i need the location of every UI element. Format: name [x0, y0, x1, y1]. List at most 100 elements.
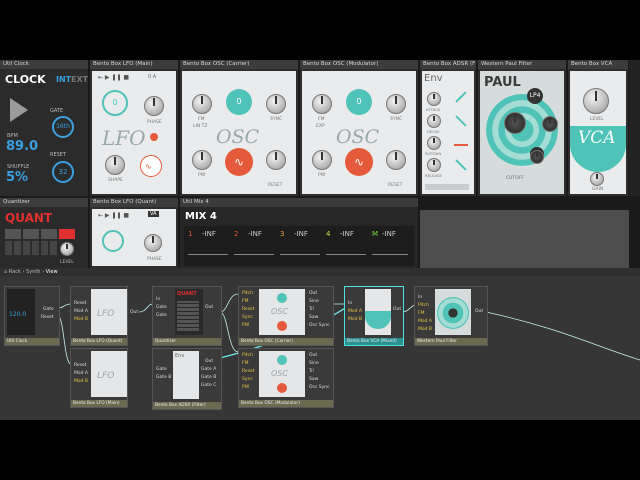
channel-3[interactable]: 3 -INF	[280, 230, 324, 264]
pitch-dial[interactable]: 0	[226, 89, 252, 115]
port-in[interactable]: In	[348, 301, 352, 306]
patch-node-paul-filter[interactable]: In Pitch FM Mod A Mod B Out Western Paul…	[414, 286, 488, 346]
port-tri[interactable]: Tri	[309, 307, 314, 312]
pitch-dial[interactable]: 0	[346, 89, 372, 115]
patch-node-lfo-main[interactable]: Reset Mod A Mod B LFO Bento Box LFO (Mai…	[70, 348, 128, 408]
port-gate-a[interactable]: Gate A	[201, 367, 216, 372]
port-sine[interactable]: Sine	[309, 299, 319, 304]
mode-badge[interactable]: VA	[148, 211, 159, 217]
pw-knob[interactable]	[312, 150, 332, 170]
port-mod-a[interactable]: Mod A	[348, 309, 362, 314]
port-out[interactable]: Out	[205, 359, 213, 364]
port-sine[interactable]: Sine	[309, 361, 319, 366]
phase-knob[interactable]	[144, 96, 164, 116]
port-gate[interactable]: Gate	[156, 367, 167, 372]
port-pitch[interactable]: Pitch	[418, 303, 429, 308]
bpm-value[interactable]: 89.0	[6, 139, 38, 154]
scale-grid-active[interactable]	[59, 229, 75, 239]
mode-badge[interactable]: 0 A	[148, 74, 156, 80]
play-icon[interactable]	[10, 98, 28, 122]
phase-knob[interactable]	[144, 234, 162, 252]
port-osc-sync[interactable]: Osc Sync	[309, 385, 330, 390]
shuffle-value[interactable]: 5%	[6, 170, 28, 185]
rate-dial[interactable]	[102, 230, 124, 252]
port-pw[interactable]: PW	[242, 323, 249, 328]
port-gate-b[interactable]: Gate B	[156, 375, 171, 380]
port-gate-b-out[interactable]: Gate B	[201, 375, 216, 380]
patch-node-util-clock[interactable]: 120.0 Gate Reset Util Clock	[4, 286, 60, 346]
rate-dial[interactable]: 0	[102, 90, 128, 116]
port-out[interactable]: Out	[130, 310, 138, 315]
port-out[interactable]: Out	[309, 291, 317, 296]
port-reset[interactable]: Reset	[242, 369, 255, 374]
port-out[interactable]: Out	[393, 307, 401, 312]
reset-knob[interactable]: 32	[52, 161, 74, 183]
port-mod-b[interactable]: Mod B	[74, 379, 88, 384]
pan-slider[interactable]	[280, 254, 320, 255]
port-reset[interactable]: Reset	[74, 301, 87, 306]
keys-grid[interactable]	[5, 241, 57, 255]
port-mod-a[interactable]: Mod A	[74, 309, 88, 314]
rack-scrollbar[interactable]	[629, 60, 640, 196]
patch-node-lfo-quant[interactable]: Reset Mod A Mod B LFO Bento Box LFO (Qua…	[70, 286, 128, 346]
patch-node-quantizer[interactable]: In Gate Gate QUANT Out Quantizer	[152, 286, 222, 346]
port-gate-2[interactable]: Gate	[156, 313, 167, 318]
channel-4[interactable]: 4 -INF	[326, 230, 370, 264]
port-osc-sync[interactable]: Osc Sync	[309, 323, 330, 328]
patch-node-osc-modulator[interactable]: Pitch FM Reset Sync PW OSC Out Sine Tri …	[238, 348, 334, 408]
port-out[interactable]: Out	[205, 305, 213, 310]
sustain-knob[interactable]	[427, 136, 441, 150]
pan-slider[interactable]	[234, 254, 274, 255]
gain-knob[interactable]	[590, 172, 604, 186]
reset-knob[interactable]	[386, 150, 406, 170]
shape-knob[interactable]	[105, 155, 125, 175]
clock-mode-ext[interactable]: EXT	[71, 75, 88, 84]
waveform-button[interactable]: ∿	[345, 148, 373, 176]
port-fm[interactable]: FM	[242, 361, 248, 366]
transport-icons[interactable]: ⇤ ▶ ❚❚ ■	[98, 212, 129, 219]
transport-icons[interactable]: ⇤ ▶ ❚❚ ■	[98, 74, 129, 81]
env-knob[interactable]	[530, 150, 544, 164]
port-sync[interactable]: Sync	[242, 315, 253, 320]
port-pitch[interactable]: Pitch	[242, 353, 253, 358]
port-gate[interactable]: Gate	[156, 305, 167, 310]
port-reset[interactable]: Reset	[242, 307, 255, 312]
gate-knob[interactable]: 16th	[52, 116, 74, 138]
port-reset[interactable]: Reset	[41, 315, 54, 320]
res-knob[interactable]	[542, 116, 558, 132]
port-saw[interactable]: Saw	[309, 377, 318, 382]
port-mod-b[interactable]: Mod B	[74, 317, 88, 322]
port-reset[interactable]: Reset	[74, 363, 87, 368]
pw-knob[interactable]	[192, 150, 212, 170]
port-out[interactable]: Out	[309, 353, 317, 358]
port-sync[interactable]: Sync	[242, 377, 253, 382]
sync-knob[interactable]	[386, 94, 406, 114]
port-fm[interactable]: FM	[242, 299, 248, 304]
channel-master[interactable]: M -INF	[372, 230, 416, 264]
pan-slider[interactable]	[188, 254, 228, 255]
port-out[interactable]: Out	[475, 309, 483, 314]
waveform-button[interactable]: ∿	[225, 148, 253, 176]
port-mod-a[interactable]: Mod A	[74, 371, 88, 376]
port-pw[interactable]: PW	[242, 385, 249, 390]
port-gate[interactable]: Gate	[43, 307, 54, 312]
decay-knob[interactable]	[427, 114, 441, 128]
port-mod-a[interactable]: Mod A	[418, 319, 432, 324]
level-knob[interactable]	[583, 88, 609, 114]
level-knob[interactable]	[60, 242, 74, 256]
port-in[interactable]: In	[156, 297, 160, 302]
channel-2[interactable]: 2 -INF	[234, 230, 278, 264]
port-mod-b[interactable]: Mod B	[348, 317, 362, 322]
release-knob[interactable]	[427, 158, 441, 172]
port-in[interactable]: In	[418, 295, 422, 300]
reset-knob[interactable]	[266, 150, 286, 170]
port-pitch[interactable]: Pitch	[242, 291, 253, 296]
pan-slider[interactable]	[326, 254, 366, 255]
adsr-buttons[interactable]	[425, 184, 469, 190]
port-tri[interactable]: Tri	[309, 369, 314, 374]
port-gate-c[interactable]: Gate C	[201, 383, 216, 388]
sync-knob[interactable]	[266, 94, 286, 114]
master-slider[interactable]	[372, 254, 408, 255]
patch-node-vca[interactable]: In Mod A Mod B Out Bento Box VCA (Mixed)	[344, 286, 404, 346]
fm-knob[interactable]	[312, 94, 332, 114]
